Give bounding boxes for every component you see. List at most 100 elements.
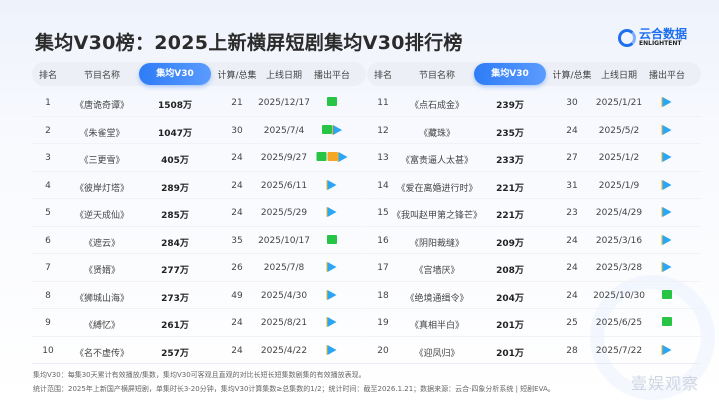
cell-name: 《迎凤归》: [414, 348, 460, 359]
cell-episodes: 21: [231, 98, 243, 108]
cell-episodes: 25: [566, 318, 578, 328]
cell-rank: 14: [377, 180, 389, 191]
cell-date: 2025/6/25: [595, 318, 643, 328]
cell-v30: 209万: [496, 238, 524, 249]
table-header: 排名 节目名称 集均V30 计算/总集 上线日期 播出平台: [367, 62, 701, 86]
header-v30[interactable]: 集均V30: [474, 63, 546, 85]
page-title: 集均V30榜：2025上新横屏短剧集均V30排行榜: [35, 32, 463, 54]
divider: [33, 363, 697, 364]
cell-rank: 7: [45, 263, 51, 273]
platform-icons: [327, 317, 337, 327]
cell-episodes: 30: [566, 98, 578, 108]
ranking-table-right: 排名 节目名称 集均V30 计算/总集 上线日期 播出平台 11 《点石成金》 239万 30 20…: [367, 62, 701, 364]
cell-episodes: 24: [566, 125, 578, 136]
ranking-table-left: 排名 节目名称 集均V30 计算/总集 上线日期 播出平台 1 《唐诡奇谭》 1508万 21 20…: [32, 62, 366, 364]
platform-icons: [316, 152, 348, 162]
table-row: 5 《逆天成仙》 285万 24 2025/5/29: [32, 199, 366, 227]
tencent-icon: [662, 179, 672, 190]
cell-name: 《彼岸灯塔》: [74, 183, 130, 194]
table-row: 18 《绝境通缉令》 204万 24 2025/10/30: [367, 282, 701, 309]
cell-name: 《狮城山海》: [74, 293, 130, 304]
tencent-icon: [662, 234, 672, 245]
cell-rank: 16: [377, 235, 389, 246]
cell-v30: 201万: [496, 321, 524, 331]
cell-v30: 221万: [496, 183, 524, 194]
cell-v30: 261万: [161, 321, 189, 331]
platform-icons: [662, 207, 672, 217]
table-row: 3 《三更雪》 405万 24 2025/9/27: [32, 144, 366, 172]
table-row: 11 《点石成金》 239万 30 2025/1/21: [367, 89, 701, 117]
cell-date: 2025/8/21: [260, 318, 308, 328]
tencent-icon: [662, 152, 672, 162]
cell-name: 《藏珠》: [418, 128, 456, 139]
cell-name: 《逆天成仙》: [74, 211, 130, 221]
tencent-icon: [662, 97, 672, 107]
platform-icons: [327, 262, 337, 272]
cell-episodes: 24: [566, 290, 578, 301]
platform-icons: [327, 97, 337, 106]
iqiyi-icon: [322, 124, 332, 134]
table-row: 12 《藏珠》 235万 24 2025/5/2: [367, 117, 701, 144]
header-episodes: 计算/总集: [217, 71, 257, 81]
cell-rank: 10: [42, 345, 54, 356]
cell-rank: 12: [377, 125, 389, 136]
cell-episodes: 24: [566, 263, 578, 273]
cell-name: 《爱在离婚进行时》: [396, 183, 478, 194]
platform-icons: [327, 289, 337, 300]
cell-rank: 13: [377, 153, 389, 163]
watermark: 壹娱观察: [630, 374, 699, 393]
cell-date: 2025/3/28: [595, 263, 643, 273]
table-row: 13 《富贵逼人太甚》 233万 27 2025/1/2: [367, 144, 701, 172]
platform-icons: [662, 317, 672, 326]
cell-date: 2025/10/30: [593, 290, 645, 301]
cell-v30: 285万: [161, 211, 189, 221]
tencent-icon: [327, 207, 337, 217]
cell-episodes: 24: [566, 235, 578, 246]
cell-date: 2025/4/30: [260, 290, 308, 301]
table-row: 19 《真相半白》 201万 25 2025/6/25: [367, 309, 701, 337]
logo-icon: [618, 29, 636, 47]
platform-icons: [662, 97, 672, 107]
cell-rank: 8: [45, 290, 51, 301]
tencent-icon: [662, 207, 672, 217]
cell-date: 2025/7/8: [263, 263, 305, 273]
header-name: 节目名称: [418, 71, 456, 81]
iqiyi-icon: [662, 317, 672, 326]
cell-episodes: 31: [566, 180, 578, 191]
header-date: 上线日期: [600, 71, 638, 81]
header-v30[interactable]: 集均V30: [139, 63, 211, 85]
cell-rank: 11: [377, 98, 389, 108]
cell-date: 2025/6/11: [260, 180, 308, 191]
table-row: 14 《爱在离婚进行时》 221万 31 2025/1/9: [367, 172, 701, 199]
cell-name: 《唐诡奇谭》: [74, 101, 130, 111]
table-row: 15 《我叫赵甲第之锋芒》 221万 23 2025/4/29: [367, 199, 701, 227]
platform-icons: [662, 289, 672, 299]
cell-v30: 1508万: [157, 101, 193, 111]
cell-v30: 257万: [161, 348, 189, 359]
footnote: 集均V30：每集30天累计有效播放/集数，集均V30可客观且直观的对比长短长短集…: [33, 368, 613, 396]
platform-icons: [662, 179, 672, 190]
header-rank: 排名: [373, 71, 393, 81]
table-row: 7 《贤婿》 277万 26 2025/7/8: [32, 254, 366, 282]
tencent-icon: [662, 262, 672, 272]
cell-name: 《朱雀堂》: [79, 128, 125, 139]
cell-name: 《縛忆》: [83, 321, 121, 331]
table-row: 10 《名不虚传》 257万 24 2025/4/22: [32, 337, 366, 364]
tencent-icon: [327, 317, 337, 327]
platform-icons: [327, 344, 337, 355]
cell-v30: 1047万: [157, 128, 193, 139]
cell-rank: 4: [45, 180, 51, 191]
cell-name: 《贤婿》: [83, 266, 121, 276]
table-row: 1 《唐诡奇谭》 1508万 21 2025/12/17: [32, 89, 366, 117]
cell-date: 2025/1/2: [598, 153, 640, 163]
cell-v30: 201万: [496, 348, 524, 359]
cell-name: 《我叫赵甲第之锋芒》: [391, 211, 483, 221]
cell-episodes: 26: [231, 263, 243, 273]
footnote-scope: 统计范围：2025年上新国产横屏短剧，单集时长3-20分钟，集均V30计算集数≥…: [33, 385, 555, 393]
tencent-icon: [327, 262, 337, 272]
cell-episodes: 30: [231, 125, 243, 136]
cell-v30: 204万: [496, 293, 524, 304]
tencent-icon: [662, 344, 672, 355]
cell-date: 2025/4/29: [595, 208, 643, 218]
cell-name: 《点石成金》: [409, 101, 465, 111]
